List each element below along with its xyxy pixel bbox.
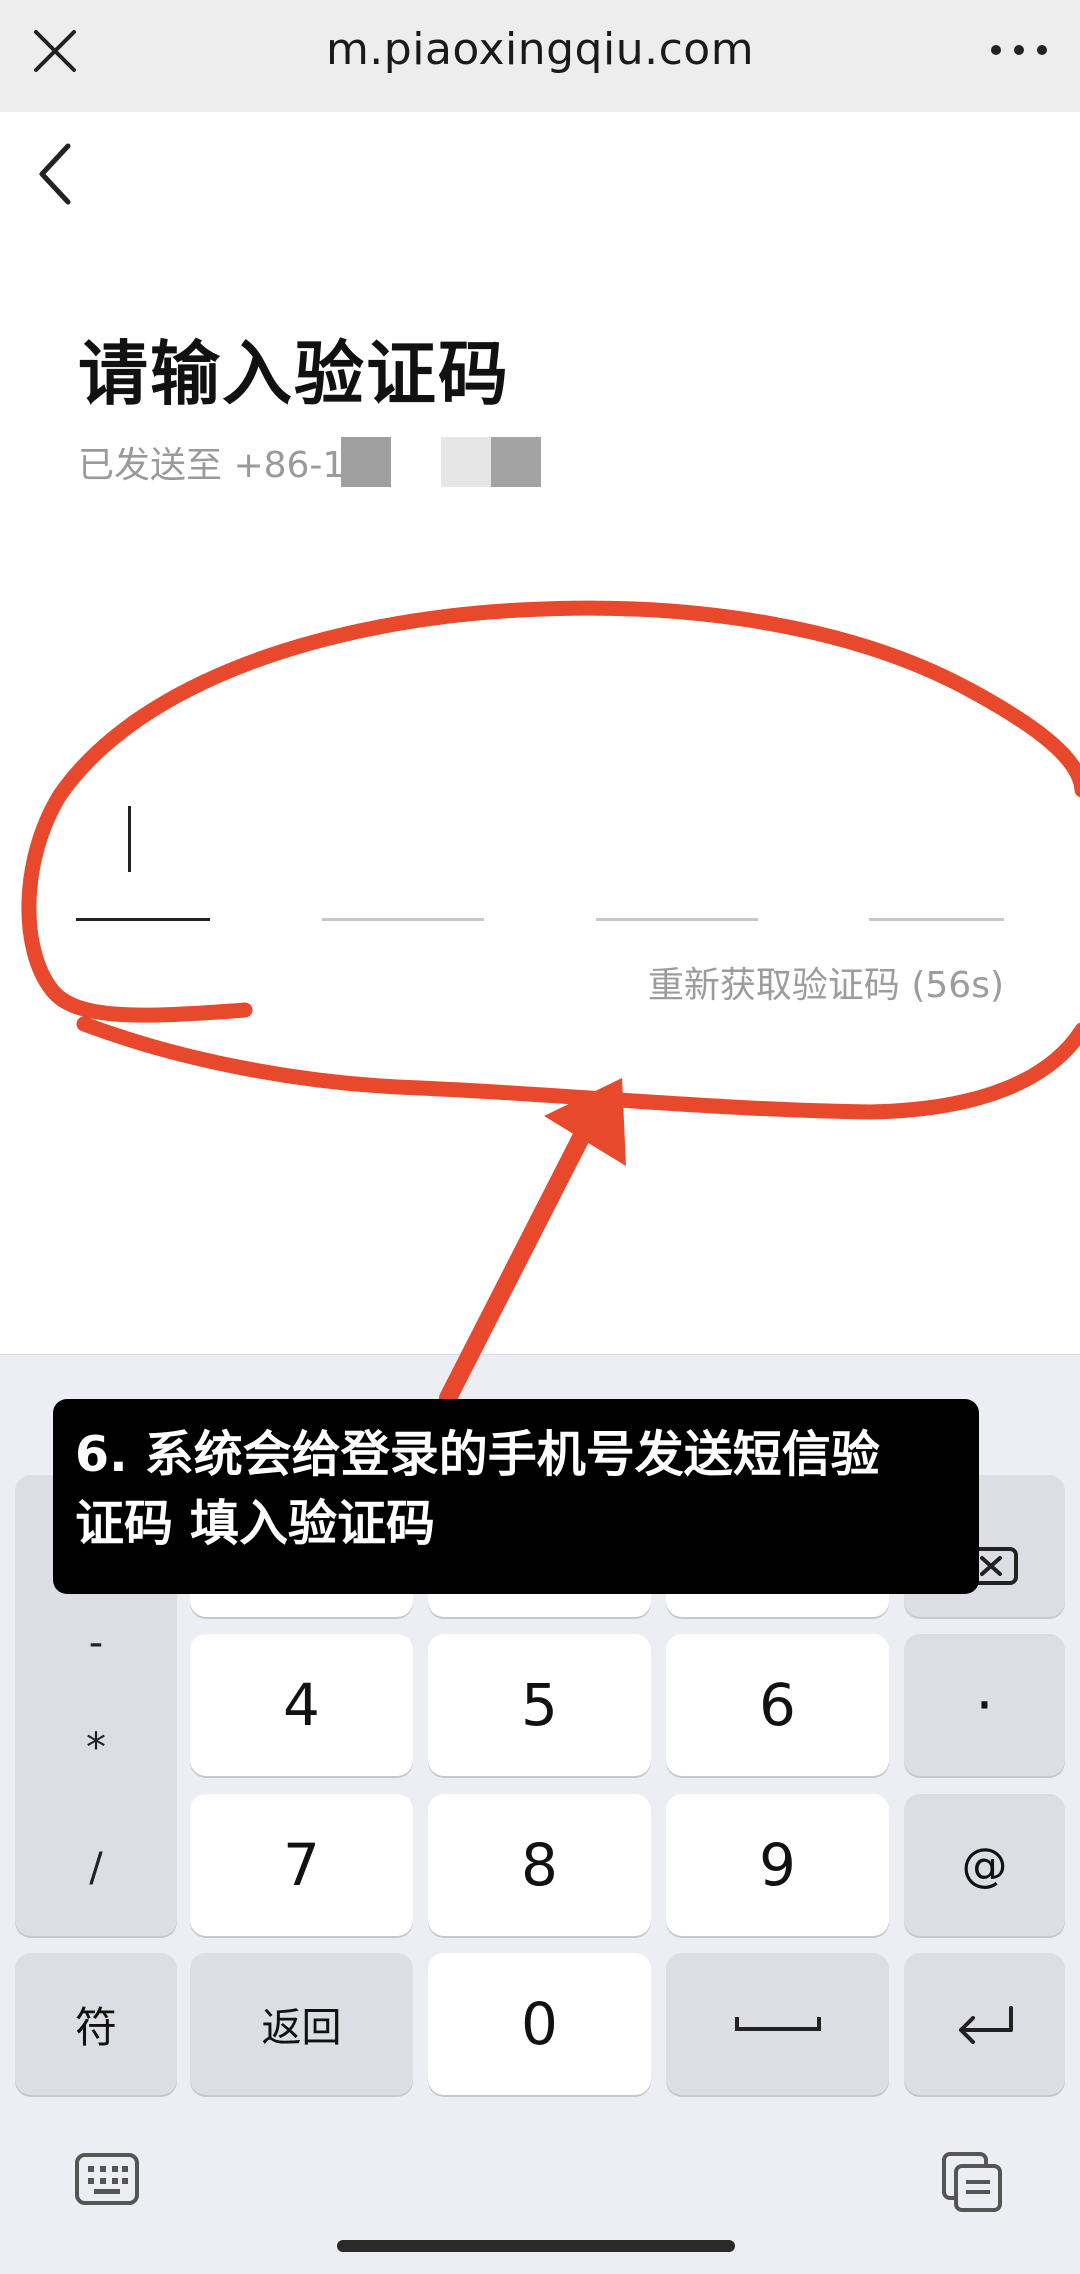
resend-code-button[interactable]: 重新获取验证码 (56s) — [648, 956, 1004, 1008]
space-key[interactable] — [666, 1953, 889, 2095]
key-4[interactable]: 4 — [190, 1634, 413, 1776]
space-bar-icon — [734, 2017, 821, 2031]
key-at[interactable]: @ — [904, 1794, 1065, 1936]
browser-bar: m.piaoxingqiu.com — [0, 0, 1080, 112]
page-url: m.piaoxingqiu.com — [325, 24, 755, 75]
more-options-icon[interactable] — [984, 22, 1054, 82]
symbols-key[interactable]: 符 — [15, 1953, 177, 2095]
key-dot[interactable]: · — [904, 1634, 1065, 1776]
code-input-slot-2[interactable] — [322, 918, 484, 921]
enter-key[interactable] — [904, 1953, 1065, 2095]
keyboard-switch-icon[interactable] — [74, 2152, 140, 2208]
redaction-mask — [441, 437, 492, 487]
key-6[interactable]: 6 — [666, 1634, 889, 1776]
sent-to-text: 已发送至 +86-1 — [78, 445, 346, 486]
clipboard-icon[interactable] — [940, 2150, 1004, 2214]
key-5[interactable]: 5 — [428, 1634, 651, 1776]
redaction-mask — [491, 437, 542, 487]
key-8[interactable]: 8 — [428, 1794, 651, 1936]
return-key[interactable]: 返回 — [190, 1953, 413, 2095]
symbol-dash[interactable]: - — [15, 1620, 177, 1666]
annotation-arrow-head — [544, 1078, 626, 1166]
chevron-left-icon — [39, 143, 71, 205]
redaction-mask — [341, 437, 392, 487]
home-indicator — [337, 2240, 735, 2252]
page-title: 请输入验证码 — [78, 333, 510, 415]
back-button[interactable] — [28, 138, 84, 210]
annotation-ellipse — [21, 600, 1080, 1120]
code-input-slot-3[interactable] — [596, 918, 758, 921]
symbol-slash[interactable]: / — [15, 1845, 177, 1891]
text-caret — [128, 806, 131, 872]
caption-line-2: 证码 填入验证码 — [75, 1494, 436, 1552]
code-input-slot-4[interactable] — [869, 918, 1004, 921]
caption-line-1: 6. 系统会给登录的手机号发送短信验 — [75, 1426, 880, 1483]
key-0[interactable]: 0 — [428, 1953, 651, 2095]
enter-arrow-icon — [958, 2006, 1013, 2044]
key-9[interactable]: 9 — [666, 1794, 889, 1936]
code-input-slot-1[interactable] — [76, 918, 210, 921]
instruction-caption: 6. 系统会给登录的手机号发送短信验 证码 填入验证码 — [53, 1399, 979, 1594]
sent-to-phone: 已发送至 +86-1 — [78, 436, 542, 487]
symbol-asterisk[interactable]: * — [15, 1725, 177, 1771]
key-7[interactable]: 7 — [190, 1794, 413, 1936]
